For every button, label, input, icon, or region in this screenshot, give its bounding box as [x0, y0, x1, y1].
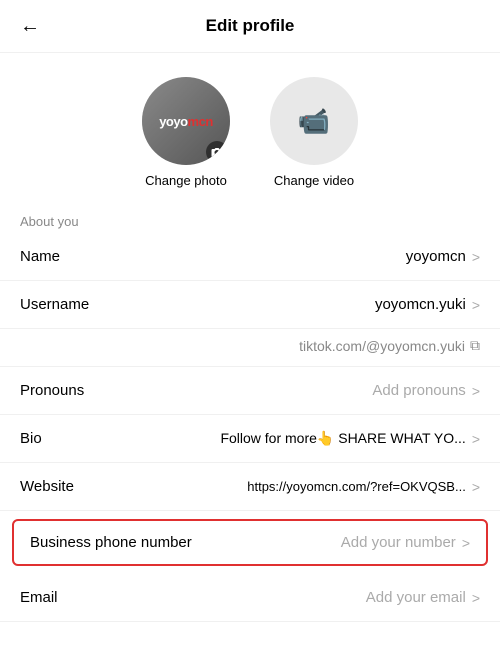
url-value-group: tiktok.com/@yoyomcn.yuki ⧉: [299, 337, 480, 354]
header: ← Edit profile: [0, 0, 500, 53]
bio-value-group: Follow for more👆 SHARE WHAT YO... >: [220, 430, 480, 447]
website-chevron-icon: >: [472, 479, 480, 495]
pronouns-label: Pronouns: [20, 382, 100, 399]
name-value: yoyomcn: [406, 248, 466, 265]
username-value: yoyomcn.yuki: [375, 296, 466, 313]
change-video-button[interactable]: 📹 Change video: [270, 77, 358, 188]
back-button[interactable]: ←: [20, 15, 40, 38]
pronouns-chevron-icon: >: [472, 383, 480, 399]
business-phone-label: Business phone number: [30, 534, 192, 551]
email-value: Add your email: [366, 589, 466, 606]
bio-value: Follow for more👆 SHARE WHAT YO...: [220, 430, 465, 447]
avatar: yoyomcn: [142, 77, 230, 165]
pronouns-field-row[interactable]: Pronouns Add pronouns >: [0, 367, 500, 415]
name-value-group: yoyomcn >: [406, 248, 480, 265]
website-value-group: https://yoyomcn.com/?ref=OKVQSB... >: [247, 479, 480, 495]
business-phone-highlighted-border: Business phone number Add your number >: [12, 519, 488, 566]
website-value: https://yoyomcn.com/?ref=OKVQSB...: [247, 479, 466, 494]
pronouns-value-group: Add pronouns >: [372, 382, 480, 399]
website-label: Website: [20, 478, 100, 495]
bio-chevron-icon: >: [472, 431, 480, 447]
name-label: Name: [20, 248, 100, 265]
bio-label: Bio: [20, 430, 100, 447]
bio-field-row[interactable]: Bio Follow for more👆 SHARE WHAT YO... >: [0, 415, 500, 463]
pronouns-value: Add pronouns: [372, 382, 465, 399]
username-chevron-icon: >: [472, 297, 480, 313]
business-phone-chevron-icon: >: [462, 535, 470, 551]
camera-overlay-icon: [206, 141, 228, 163]
video-camera-icon: 📹: [298, 106, 330, 137]
business-phone-field-row[interactable]: Business phone number Add your number >: [14, 521, 486, 564]
video-circle: 📹: [270, 77, 358, 165]
change-video-label: Change video: [274, 173, 354, 188]
copy-icon: ⧉: [470, 337, 480, 354]
name-field-row[interactable]: Name yoyomcn >: [0, 233, 500, 281]
about-you-section-label: About you: [0, 204, 500, 233]
email-field-row[interactable]: Email Add your email >: [0, 574, 500, 622]
avatar-logo: yoyomcn: [159, 114, 213, 129]
username-value-group: yoyomcn.yuki >: [375, 296, 480, 313]
username-field-row[interactable]: Username yoyomcn.yuki >: [0, 281, 500, 329]
url-value: tiktok.com/@yoyomcn.yuki: [299, 338, 465, 354]
website-field-row[interactable]: Website https://yoyomcn.com/?ref=OKVQSB.…: [0, 463, 500, 511]
email-label: Email: [20, 589, 100, 606]
business-phone-value: Add your number: [341, 534, 456, 551]
name-chevron-icon: >: [472, 249, 480, 265]
page-title: Edit profile: [206, 16, 295, 36]
email-chevron-icon: >: [472, 590, 480, 606]
change-photo-label: Change photo: [145, 173, 227, 188]
avatar-image: yoyomcn: [142, 77, 230, 165]
change-photo-button[interactable]: yoyomcn Change photo: [142, 77, 230, 188]
business-phone-value-group: Add your number >: [341, 534, 470, 551]
username-label: Username: [20, 296, 100, 313]
media-section: yoyomcn Change photo 📹 Change video: [0, 53, 500, 204]
email-value-group: Add your email >: [366, 589, 480, 606]
url-row[interactable]: tiktok.com/@yoyomcn.yuki ⧉: [0, 329, 500, 367]
